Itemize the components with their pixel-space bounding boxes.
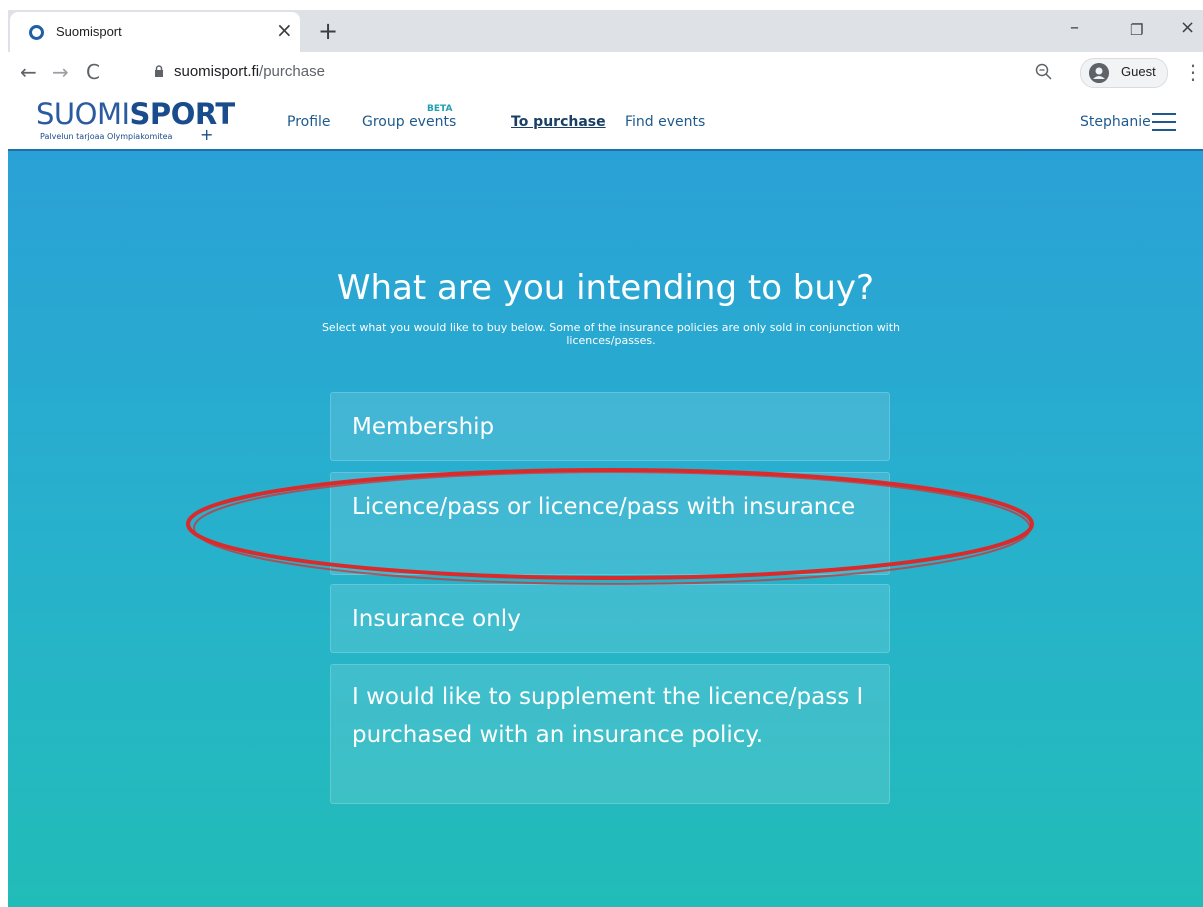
lock-icon	[155, 65, 163, 77]
profile-label: Guest	[1121, 64, 1156, 79]
profile-chip[interactable]: Guest	[1080, 58, 1168, 88]
browser-tab-strip: Suomisport × + – ❐ ×	[8, 10, 1203, 52]
browser-menu-icon[interactable]: ⋮	[1183, 60, 1203, 84]
window-close-button[interactable]: ×	[1180, 16, 1195, 40]
purchase-main: What are you intending to buy? Select wh…	[8, 151, 1203, 907]
nav-profile[interactable]: Profile	[287, 114, 331, 130]
logo-cross-icon: +	[200, 125, 214, 144]
nav-group-events[interactable]: Group events	[362, 114, 456, 130]
logo-suomi: SUOMI	[36, 97, 130, 131]
zoom-icon[interactable]	[1034, 62, 1054, 82]
nav-find-events[interactable]: Find events	[625, 114, 705, 130]
url-path: /purchase	[259, 63, 325, 80]
back-arrow-icon[interactable]: ←	[20, 60, 37, 84]
url-host: suomisport.fi	[174, 63, 260, 80]
site-header: SUOMISPORT Palvelun tarjoaa Olympiakomit…	[8, 94, 1203, 151]
window-minimize-button[interactable]: –	[1070, 16, 1079, 40]
tab-title: Suomisport	[56, 24, 122, 39]
option-licence-pass[interactable]: Licence/pass or licence/pass with insura…	[330, 472, 890, 575]
option-supplement-licence[interactable]: I would like to supplement the licence/p…	[330, 664, 890, 804]
reload-icon[interactable]: C	[86, 60, 100, 84]
logo-tagline: Palvelun tarjoaa Olympiakomitea	[40, 132, 173, 141]
account-avatar-icon	[1089, 63, 1109, 83]
nav-to-purchase[interactable]: To purchase	[511, 114, 606, 130]
option-insurance-only[interactable]: Insurance only	[330, 584, 890, 653]
hamburger-menu-icon[interactable]	[1152, 113, 1176, 131]
option-membership[interactable]: Membership	[330, 392, 890, 461]
address-bar[interactable]: suomisport.fi/purchase	[174, 63, 325, 80]
beta-badge: BETA	[427, 104, 453, 114]
page-title: What are you intending to buy?	[336, 268, 875, 308]
browser-toolbar: ← → C suomisport.fi/purchase Guest ⋮	[8, 52, 1203, 94]
suomisport-favicon-icon	[29, 25, 44, 40]
page-subtitle: Select what you would like to buy below.…	[321, 321, 901, 347]
tab-close-icon[interactable]: ×	[276, 18, 293, 42]
forward-arrow-icon[interactable]: →	[52, 60, 69, 84]
new-tab-button[interactable]: +	[318, 18, 338, 44]
window-restore-button[interactable]: ❐	[1130, 18, 1143, 42]
browser-tab[interactable]: Suomisport ×	[10, 12, 300, 52]
user-name[interactable]: Stephanie	[1080, 114, 1151, 130]
logo-sport: SPORT	[129, 97, 236, 131]
